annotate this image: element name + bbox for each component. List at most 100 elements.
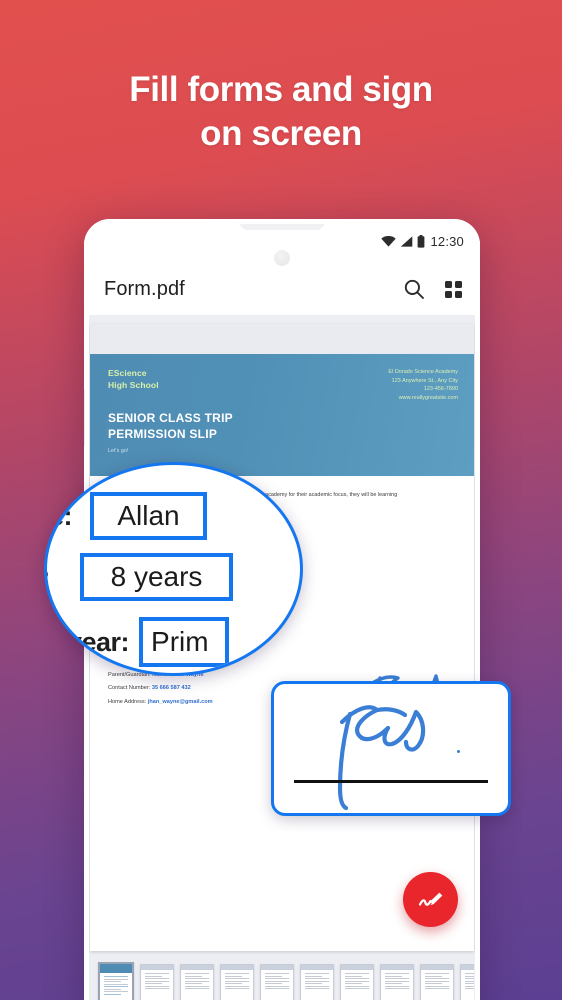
thumbnail-line xyxy=(185,978,209,979)
search-icon[interactable] xyxy=(403,278,425,300)
app-bar-actions xyxy=(403,278,462,300)
document-banner: EScience High School El Dorado Science A… xyxy=(90,354,474,477)
thumbnail-line xyxy=(465,988,474,989)
document-subheading: Let's go! xyxy=(108,448,129,455)
page-thumbnail-6[interactable] xyxy=(300,964,334,1000)
signal-icon xyxy=(400,235,413,247)
thumbnail-line xyxy=(305,973,329,974)
thumbnail-line xyxy=(185,980,209,982)
magnified-school-year-input[interactable]: Prim xyxy=(139,617,230,667)
magnified-age-label: e: xyxy=(47,562,51,593)
thumbnail-line xyxy=(225,973,249,974)
page-thumbnail-1[interactable] xyxy=(98,962,134,1000)
thumbnail-banner xyxy=(461,965,474,970)
page-thumbnail-2[interactable] xyxy=(140,964,174,1000)
thumbnail-line xyxy=(465,980,474,982)
thumbnail-line xyxy=(465,975,474,977)
page-thumbnail-4[interactable] xyxy=(220,964,254,1000)
thumbnail-line xyxy=(185,983,202,984)
thumbnail-banner xyxy=(421,965,453,970)
thumbnail-banner xyxy=(381,965,413,970)
grid-cell xyxy=(455,290,462,298)
thumbnail-banner xyxy=(100,964,132,973)
thumbnail-line xyxy=(145,978,169,979)
front-camera-icon xyxy=(274,250,290,266)
thumbnail-line xyxy=(265,985,289,987)
thumbnail-line xyxy=(345,985,369,987)
thumbnail-line xyxy=(345,983,362,984)
page-thumbnail-strip[interactable] xyxy=(90,957,474,1000)
thumbnail-line xyxy=(425,978,449,979)
thumbnail-line xyxy=(345,978,369,979)
thumbnail-line xyxy=(145,983,162,984)
app-bar: Form.pdf xyxy=(84,263,480,315)
phone-notch xyxy=(239,219,325,230)
thumbnail-line xyxy=(185,988,209,989)
thumbnail-line xyxy=(265,983,282,984)
thumbnail-line xyxy=(385,980,409,982)
thumbnail-line xyxy=(345,980,369,982)
thumbnail-line xyxy=(465,973,474,974)
academy-address: 123 Anywhere St., Any City xyxy=(391,377,458,384)
thumbnail-line xyxy=(465,983,474,984)
academy-name: El Dorado Science Academy xyxy=(388,369,458,375)
thumbnail-line xyxy=(225,978,249,979)
thumbnail-line xyxy=(305,980,329,982)
thumbnail-banner xyxy=(301,965,333,970)
magnified-age-input[interactable]: 8 years xyxy=(80,553,234,601)
page-thumbnail-7[interactable] xyxy=(340,964,374,1000)
thumbnail-line xyxy=(265,973,289,974)
thumbnail-line xyxy=(104,988,121,990)
thumbnail-line xyxy=(385,975,402,977)
page-thumbnail-3[interactable] xyxy=(180,964,214,1000)
thumbnail-line xyxy=(305,975,322,977)
home-address-value: jhan_wayne@gmail.com xyxy=(147,698,213,705)
page-thumbnail-8[interactable] xyxy=(380,964,414,1000)
volume-button[interactable] xyxy=(84,389,85,447)
signature-baseline xyxy=(294,780,488,783)
grid-cell xyxy=(455,280,462,288)
home-address-label: Home Address: xyxy=(108,698,147,705)
thumbnail-line xyxy=(145,988,169,989)
document-heading-line1: SENIOR CLASS TRIP xyxy=(108,411,233,426)
contact-number-label: Contact Number: xyxy=(108,685,151,692)
thumbnail-line xyxy=(265,975,282,977)
academy-phone: 123-456-7890 xyxy=(423,386,458,393)
document-heading: SENIOR CLASS TRIP PERMISSION SLIP xyxy=(108,411,458,443)
thumbnail-line xyxy=(104,993,121,995)
thumbnail-line xyxy=(104,976,128,977)
magnified-name-label: ne: xyxy=(47,500,73,531)
promo-headline: Fill forms and sign on screen xyxy=(0,68,562,156)
thumbnail-line xyxy=(104,981,121,982)
status-bar-icons xyxy=(381,234,425,248)
magnified-school-year-row: ool year: Prim xyxy=(47,617,230,667)
thumbnail-line xyxy=(185,985,209,987)
page-thumbnail-5[interactable] xyxy=(260,964,294,1000)
thumbnail-line xyxy=(385,985,409,987)
thumbnail-line xyxy=(145,985,169,987)
thumbnail-line xyxy=(145,975,162,977)
thumbnail-line xyxy=(104,978,128,980)
promo-headline-line1: Fill forms and sign xyxy=(129,70,433,109)
page-top-margin xyxy=(90,324,474,354)
page-thumbnail-9[interactable] xyxy=(420,964,454,1000)
thumbnail-line xyxy=(345,975,362,977)
thumbnail-line xyxy=(225,985,249,987)
thumbnail-line xyxy=(145,980,169,982)
thumbnail-line xyxy=(104,991,128,992)
thumbnail-line xyxy=(305,985,329,987)
thumbnail-line xyxy=(385,983,402,984)
magnified-name-input[interactable]: Allan xyxy=(90,492,207,540)
contact-number-value: 35 666 587 432 xyxy=(151,685,191,692)
academy-website: www.reallygreatsite.com xyxy=(398,394,458,401)
grid-view-icon[interactable] xyxy=(445,280,462,298)
thumbnail-line xyxy=(305,988,329,989)
page-thumbnail-10[interactable] xyxy=(460,964,474,1000)
thumbnail-line xyxy=(305,983,322,984)
thumbnail-line xyxy=(104,986,128,987)
sign-document-button[interactable] xyxy=(403,872,458,927)
battery-icon xyxy=(417,234,425,248)
thumbnail-banner xyxy=(341,965,373,970)
thumbnail-line xyxy=(305,978,329,979)
signature-callout[interactable] xyxy=(271,681,511,816)
